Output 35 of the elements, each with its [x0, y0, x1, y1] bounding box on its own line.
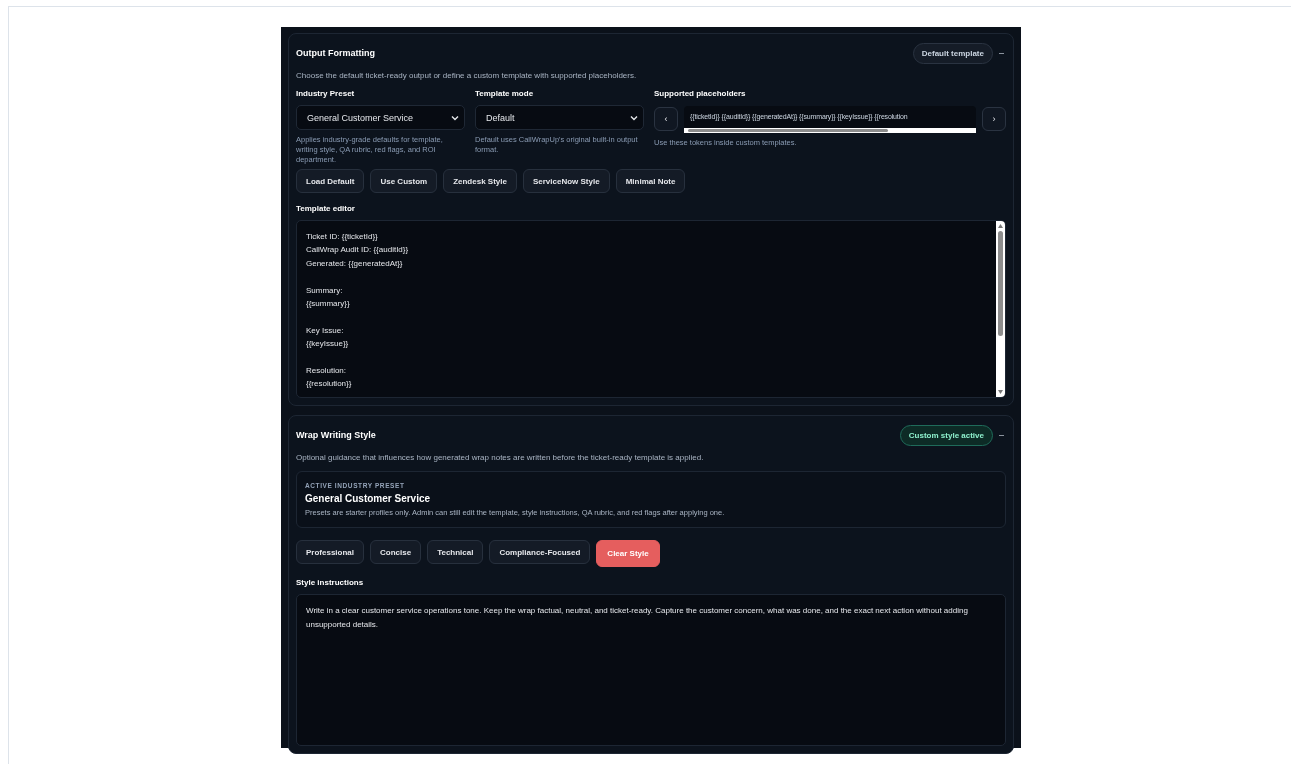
- collapse-button[interactable]: –: [997, 430, 1006, 440]
- style-button[interactable]: Technical: [427, 540, 484, 564]
- scrollbar[interactable]: [996, 221, 1005, 397]
- style-instructions-field[interactable]: Write in a clear customer service operations tone. Keep the wrap factual, neutral, and ticket-ready. Capture the customer concern, what was done, and the exact next action without adding unsupported details.: [296, 594, 1006, 746]
- template-mode-select[interactable]: Default: [475, 105, 644, 130]
- template-editor[interactable]: Ticket ID: {{ticketId}} CallWrap Audit ID: {{auditId}} Generated: {{generatedAt}} Summary: {{summary}} Key Issue: {{keyIssue}} Resolution: {{resolution}}: [296, 220, 1006, 398]
- scrollbar[interactable]: [684, 127, 976, 133]
- field-label: Supported placeholders: [654, 89, 747, 98]
- section-title: Output Formatting: [296, 48, 375, 58]
- scroll-down-icon[interactable]: [997, 389, 1004, 395]
- chevron-down-icon: [630, 114, 638, 121]
- style-button[interactable]: Professional: [296, 540, 364, 564]
- template-button[interactable]: Minimal Note: [615, 169, 686, 193]
- status-badge: Custom style active: [899, 424, 993, 446]
- field-label: Style instructions: [296, 578, 365, 587]
- section-description: Choose the default ticket-ready output or define a custom template with supported placeholders.: [296, 71, 638, 80]
- section-title: Wrap Writing Style: [296, 430, 376, 440]
- status-badge: Default template: [912, 42, 993, 64]
- scroll-right-button[interactable]: ›: [982, 107, 1006, 131]
- template-button[interactable]: Zendesk Style: [443, 169, 517, 193]
- section-description: Optional guidance that influences how generated wrap notes are written before the ticket-ready template is applied.: [296, 453, 705, 462]
- template-button[interactable]: Use Custom: [370, 169, 438, 193]
- field-label: Industry Preset: [296, 89, 356, 98]
- scroll-up-icon[interactable]: [997, 223, 1004, 229]
- field-label: Template mode: [475, 89, 535, 98]
- template-button[interactable]: ServiceNow Style: [522, 169, 610, 193]
- chevron-down-icon: [451, 114, 459, 121]
- template-button[interactable]: Load Default: [296, 169, 365, 193]
- industry-preset-select[interactable]: General Customer Service: [296, 105, 465, 130]
- preset-name: General Customer Service: [305, 493, 432, 504]
- field-label: Template editor: [296, 204, 356, 213]
- style-button[interactable]: Compliance-Focused: [489, 540, 591, 564]
- scroll-left-button[interactable]: ‹: [654, 107, 678, 131]
- style-button[interactable]: Concise: [370, 540, 422, 564]
- collapse-button[interactable]: –: [997, 48, 1006, 58]
